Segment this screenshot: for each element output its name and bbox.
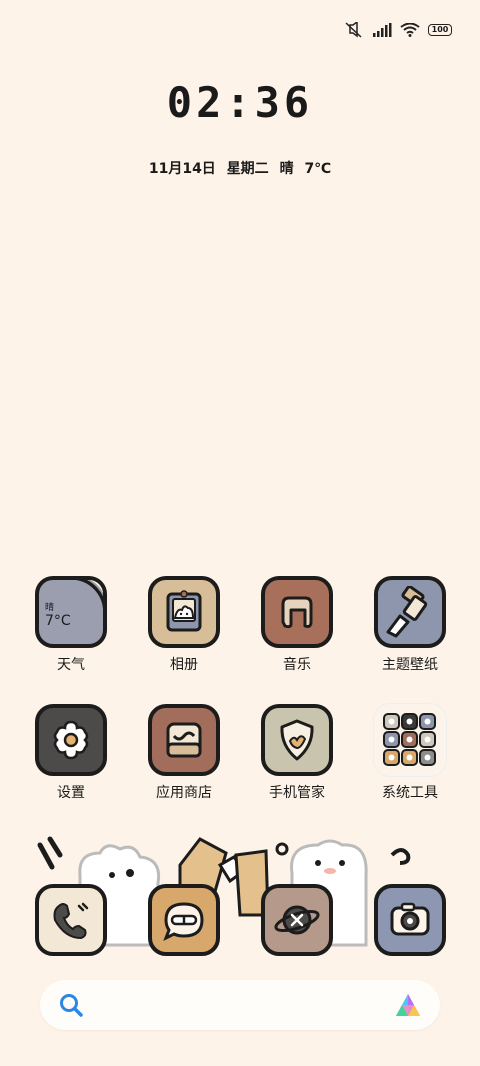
app-store[interactable]: 应用商店 <box>134 704 234 802</box>
app-label: 主题壁纸 <box>382 657 438 673</box>
search-bar[interactable] <box>40 980 440 1030</box>
app-label: 手机管家 <box>269 785 325 801</box>
dock-browser[interactable] <box>247 884 347 956</box>
message-icon <box>148 884 220 956</box>
planet-browser-icon <box>261 884 333 956</box>
app-theme-wallpaper[interactable]: 主题壁纸 <box>360 576 460 674</box>
app-label: 天气 <box>57 657 85 673</box>
app-folder-system-tools[interactable]: 系统工具 <box>360 704 460 802</box>
music-icon <box>261 576 333 648</box>
wifi-icon <box>400 23 420 37</box>
weather-icon: 晴 7°C <box>35 576 107 648</box>
security-shield-icon <box>261 704 333 776</box>
system-tools-folder-icon <box>374 704 446 776</box>
app-label: 系统工具 <box>382 785 438 801</box>
status-bar: 100 <box>344 22 452 38</box>
weather-temp: 7°C <box>45 613 71 629</box>
assistant-logo-icon[interactable] <box>394 992 422 1018</box>
battery-icon: 100 <box>428 24 452 36</box>
weekday-text: 星期二 <box>226 161 269 177</box>
app-security[interactable]: 手机管家 <box>247 704 347 802</box>
app-label: 相册 <box>170 657 198 673</box>
app-music[interactable]: 音乐 <box>247 576 347 674</box>
app-settings[interactable]: 设置 <box>21 704 121 802</box>
battery-level: 100 <box>431 25 449 34</box>
dock-messages[interactable] <box>134 884 234 956</box>
app-gallery[interactable]: 相册 <box>134 576 234 674</box>
date-text: 11月14日 <box>148 161 216 177</box>
search-icon[interactable] <box>58 992 84 1018</box>
clock-time[interactable]: 02:36 <box>0 78 480 127</box>
dock-phone[interactable] <box>21 884 121 956</box>
signal-icon <box>373 23 392 37</box>
gallery-icon <box>148 576 220 648</box>
settings-flower-icon <box>35 704 107 776</box>
app-weather[interactable]: 晴 7°C 天气 <box>21 576 121 674</box>
weather-condition: 晴 <box>45 603 55 613</box>
app-label: 音乐 <box>283 657 311 673</box>
date-weather-line[interactable]: 11月14日 星期二 晴 7℃ <box>0 158 480 178</box>
weather-text: 晴 <box>279 161 294 177</box>
app-store-icon <box>148 704 220 776</box>
app-label: 设置 <box>57 785 85 801</box>
temperature-text: 7℃ <box>304 161 332 177</box>
app-label: 应用商店 <box>156 785 212 801</box>
phone-icon <box>35 884 107 956</box>
mute-icon <box>345 22 362 38</box>
theme-brush-icon <box>374 576 446 648</box>
dock-camera[interactable] <box>360 884 460 956</box>
camera-icon <box>374 884 446 956</box>
